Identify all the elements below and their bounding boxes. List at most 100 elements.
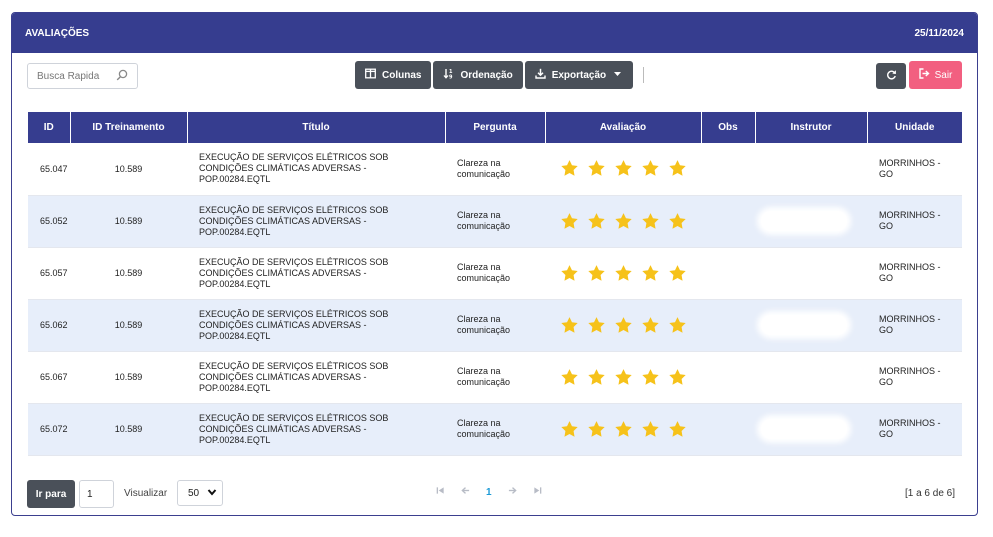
cell-training-id: 10.589 [70,351,187,404]
col-header-obs[interactable]: Obs [701,112,756,143]
cell-unit: MORRINHOS - GO [867,299,962,352]
columns-button[interactable]: Colunas [355,61,432,89]
col-header-instructor[interactable]: Instrutor [755,112,868,143]
unit-line: MORRINHOS - [879,314,941,324]
refresh-button[interactable] [876,63,906,89]
cell-instructor [755,143,867,196]
goto-button[interactable]: Ir para [27,480,75,508]
cell-title: EXECUÇÃO DE SERVIÇOS ELÉTRICOS SOB CONDIÇ… [187,247,445,300]
title-line: POP.00284.EQTL [199,330,271,341]
cell-question: Clareza na comunicação [445,351,545,404]
cell-id: 65.052 [28,195,70,248]
cell-rating [545,403,701,456]
instructor-name-redacted [761,419,847,439]
title-line: CONDIÇÕES CLIMÁTICAS ADVERSAS - [199,215,367,226]
star-icon [615,264,632,281]
cell-rating [545,195,701,248]
title-line: EXECUÇÃO DE SERVIÇOS ELÉTRICOS SOB [199,360,389,371]
table-row[interactable]: 65.062 10.589 EXECUÇÃO DE SERVIÇOS ELÉTRIC… [28,299,962,352]
title-line: EXECUÇÃO DE SERVIÇOS ELÉTRICOS SOB [199,308,389,319]
cell-obs [701,351,755,404]
cell-question: Clareza na comunicação [445,247,545,300]
star-icon [588,368,605,385]
col-header-training[interactable]: ID Treinamento [70,112,188,143]
unit-line: GO [879,273,894,283]
evaluations-table: ID ID Treinamento Título Pergunta Avalia… [28,112,962,456]
cell-instructor [755,195,867,248]
col-header-id[interactable]: ID [28,112,71,143]
search-input[interactable]: Busca Rapida [27,63,138,89]
cell-unit: MORRINHOS - GO [867,351,962,404]
title-line: CONDIÇÕES CLIMÁTICAS ADVERSAS - [199,163,367,174]
next-page-icon[interactable] [508,486,517,498]
star-icon [588,316,605,333]
cell-title: EXECUÇÃO DE SERVIÇOS ELÉTRICOS SOB CONDIÇ… [187,195,445,248]
title-line: POP.00284.EQTL [199,278,271,289]
cell-title: EXECUÇÃO DE SERVIÇOS ELÉTRICOS SOB CONDIÇ… [187,351,445,404]
star-icon [588,160,605,176]
first-page-icon[interactable] [436,486,445,498]
toolbar: Busca Rapida Colunas 19 Ordenação Export… [12,53,977,109]
table-row[interactable]: 65.067 10.589 EXECUÇÃO DE SERVIÇOS ELÉTRIC… [28,351,962,404]
star-icon [561,264,578,281]
export-button[interactable]: Exportação [524,61,634,89]
star-rating [545,316,701,335]
question-line: comunicação [457,429,511,439]
col-header-unit[interactable]: Unidade [867,112,962,143]
instructor-name-redacted [761,315,847,335]
sort-icon: 19 [443,68,454,82]
order-button[interactable]: 19 Ordenação [433,61,523,89]
last-page-icon[interactable] [533,486,542,498]
prev-page-icon[interactable] [461,486,470,498]
table-row[interactable]: 65.057 10.589 EXECUÇÃO DE SERVIÇOS ELÉTRIC… [28,247,962,300]
refresh-icon [886,67,897,85]
caret-down-icon [612,68,623,82]
star-icon [669,420,686,437]
search-icon[interactable] [116,69,128,84]
unit-line: MORRINHOS - [879,366,941,376]
chevron-down-icon [207,487,217,500]
title-line: CONDIÇÕES CLIMÁTICAS ADVERSAS - [199,267,367,278]
cell-title: EXECUÇÃO DE SERVIÇOS ELÉTRICOS SOB CONDIÇ… [187,299,445,352]
current-page[interactable]: 1 [486,487,492,498]
star-rating [545,368,701,387]
star-icon [615,368,632,385]
col-header-question[interactable]: Pergunta [445,112,546,143]
table-row[interactable]: 65.052 10.589 EXECUÇÃO DE SERVIÇOS ELÉTRIC… [28,195,962,248]
cell-obs [701,247,755,300]
title-line: POP.00284.EQTL [199,226,271,237]
cell-rating [545,299,701,352]
unit-line: MORRINHOS - [879,157,941,168]
cell-title: EXECUÇÃO DE SERVIÇOS ELÉTRICOS SOB CONDIÇ… [187,143,445,196]
question-line: Clareza na [457,366,501,376]
cell-question: Clareza na comunicação [445,195,545,248]
star-icon [561,160,578,176]
star-rating [545,159,701,178]
unit-line: MORRINHOS - [879,210,941,220]
table-row[interactable]: 65.072 10.589 EXECUÇÃO DE SERVIÇOS ELÉTRIC… [28,403,962,456]
pager: 1 [436,486,542,498]
panel-header: AVALIAÇÕES 25/11/2024 [12,13,977,53]
title-line: POP.00284.EQTL [199,382,271,393]
cell-training-id: 10.589 [70,299,187,352]
cell-id: 65.047 [28,143,70,196]
range-indicator: [1 a 6 de 6] [904,488,955,499]
columns-label: Colunas [382,69,422,81]
star-icon [642,160,659,176]
unit-line: GO [879,325,894,335]
star-icon [642,316,659,333]
star-icon [561,212,578,229]
page-size-value: 50 [188,487,200,499]
col-header-title[interactable]: Título [187,112,446,143]
col-header-rating[interactable]: Avaliação [545,112,702,143]
exit-button[interactable]: Sair [909,61,962,89]
cell-obs [701,299,755,352]
toolbar-actions: Colunas 19 Ordenação Exportação [355,61,645,89]
page-number-input[interactable]: 1 [79,480,114,508]
page-size-select[interactable]: 50 [177,480,223,506]
star-icon [588,420,605,437]
sign-out-icon [918,68,930,82]
table-row[interactable]: 65.047 10.589 EXECUÇÃO DE SERVIÇOS ELÉTRIC… [28,143,962,196]
star-icon [615,160,632,176]
cell-instructor [755,403,867,456]
